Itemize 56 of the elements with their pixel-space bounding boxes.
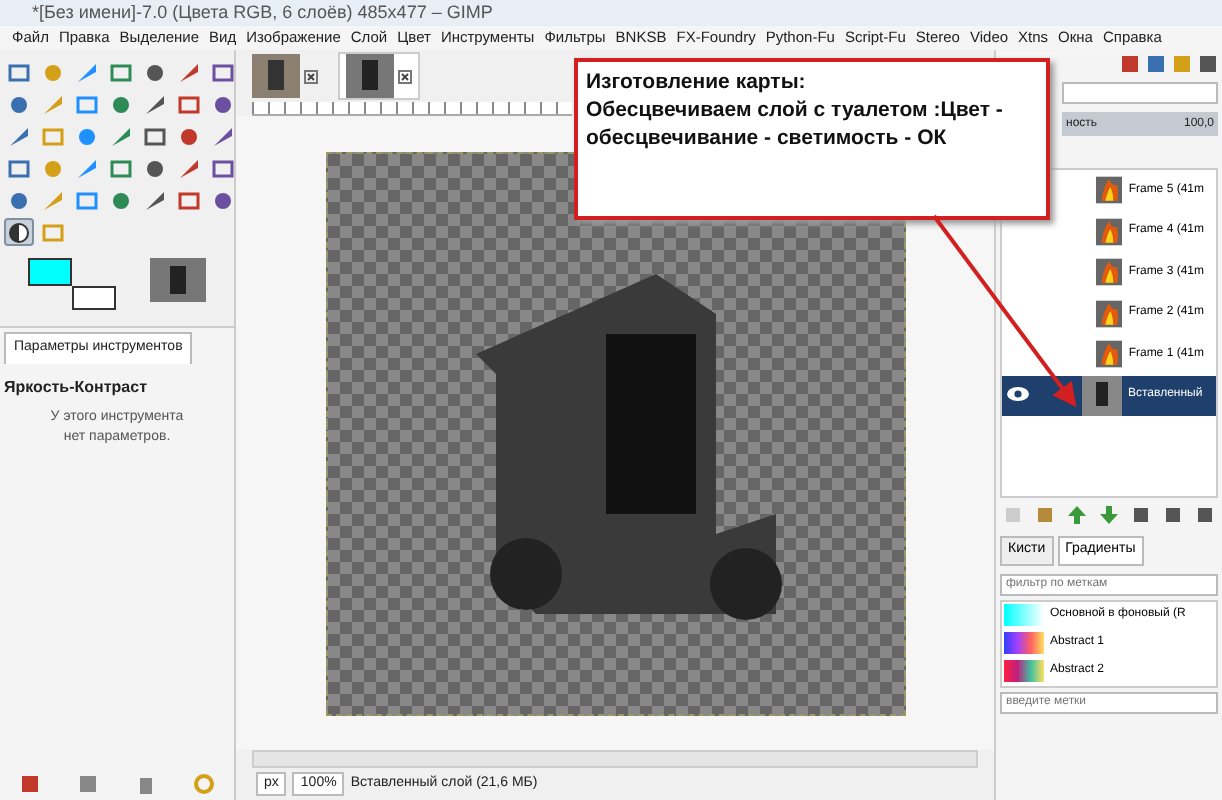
up-arrow-icon[interactable] bbox=[1067, 506, 1086, 524]
circle-icon bbox=[212, 93, 234, 115]
wedge-icon bbox=[42, 93, 64, 115]
horizontal-scrollbar[interactable] bbox=[252, 750, 978, 768]
close-icon[interactable] bbox=[304, 69, 318, 83]
square-icon bbox=[178, 189, 200, 211]
circle-icon bbox=[42, 61, 64, 83]
wedge-icon bbox=[144, 189, 166, 211]
square-icon bbox=[42, 221, 64, 243]
tool-name: Яркость-Контраст bbox=[2, 375, 149, 400]
wedge-icon bbox=[76, 61, 98, 83]
square-icon bbox=[144, 125, 166, 147]
wedge-icon bbox=[8, 125, 30, 147]
eye-icon[interactable] bbox=[1006, 385, 1030, 402]
square-icon bbox=[8, 61, 30, 83]
square-icon bbox=[76, 93, 98, 115]
square-icon bbox=[42, 125, 64, 147]
callout-text: Обесцвечиваем слой с туалетом :Цвет - bbox=[586, 96, 1005, 124]
layer-thumbnail bbox=[1082, 375, 1122, 416]
circle-icon bbox=[76, 125, 98, 147]
circle-icon bbox=[144, 61, 166, 83]
circle-icon bbox=[110, 93, 132, 115]
wedge-icon bbox=[76, 157, 98, 179]
background-color-swatch[interactable] bbox=[72, 286, 116, 310]
image-thumbnail[interactable] bbox=[150, 258, 206, 302]
down-arrow-icon[interactable] bbox=[1099, 506, 1118, 524]
square-icon bbox=[212, 157, 234, 179]
wedge-icon bbox=[178, 157, 200, 179]
wedge-icon bbox=[42, 189, 64, 211]
circle-icon bbox=[8, 189, 30, 211]
image-thumbnail bbox=[346, 54, 394, 98]
square-icon bbox=[110, 61, 132, 83]
circle-icon bbox=[144, 157, 166, 179]
wedge-icon bbox=[144, 93, 166, 115]
image-thumbnail bbox=[252, 54, 300, 98]
circle-icon bbox=[212, 189, 234, 211]
wedge-icon bbox=[110, 125, 132, 147]
foreground-color-swatch[interactable] bbox=[28, 258, 72, 286]
square-icon bbox=[212, 61, 234, 83]
circle-icon bbox=[178, 125, 200, 147]
square-icon bbox=[178, 93, 200, 115]
circle-icon bbox=[8, 93, 30, 115]
wedge-icon bbox=[178, 61, 200, 83]
square-icon bbox=[8, 157, 30, 179]
wedge-icon bbox=[212, 125, 234, 147]
square-icon bbox=[76, 189, 98, 211]
callout-text: обесцвечивание - светимость - ОК bbox=[586, 124, 949, 152]
window-title: *[Без имени]-7.0 (Цвета RGB, 6 слоёв) 485x477 – GIMP bbox=[0, 0, 1222, 26]
image-tab[interactable] bbox=[338, 52, 420, 100]
contrast-icon bbox=[8, 221, 30, 243]
close-icon[interactable] bbox=[398, 69, 412, 83]
callout-text: Изготовление карты: bbox=[586, 68, 808, 96]
tool-button[interactable] bbox=[4, 218, 34, 246]
circle-icon bbox=[110, 189, 132, 211]
square-icon bbox=[110, 157, 132, 179]
circle-icon bbox=[42, 157, 64, 179]
